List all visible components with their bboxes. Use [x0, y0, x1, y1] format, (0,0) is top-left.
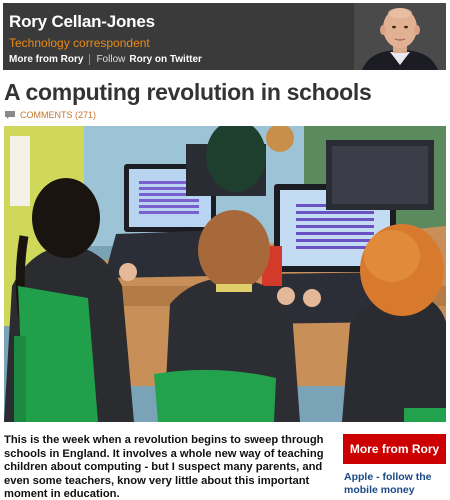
article-photo: [4, 126, 446, 422]
author-photo: [354, 3, 446, 70]
author-role: Technology correspondent: [9, 36, 150, 50]
follow-label: Follow: [96, 54, 126, 65]
more-from-author-link[interactable]: More from Rory: [9, 54, 83, 65]
author-links: More from Rory Follow Rory on Twitter: [9, 54, 202, 65]
related-story-link[interactable]: Apple - follow the mobile money: [344, 471, 448, 497]
link-divider: [89, 54, 91, 65]
speech-bubble-icon: [5, 111, 15, 119]
author-name: Rory Cellan-Jones: [9, 12, 155, 31]
more-from-author-button[interactable]: More from Rory: [343, 434, 446, 464]
article-headline: A computing revolution in schools: [4, 79, 372, 105]
twitter-link[interactable]: Rory on Twitter: [129, 54, 202, 65]
author-header: Rory Cellan-Jones Technology corresponde…: [3, 3, 446, 70]
comments-count: COMMENTS (271): [20, 110, 97, 120]
article-intro: This is the week when a revolution begin…: [4, 434, 324, 500]
comments-link[interactable]: COMMENTS (271): [5, 110, 96, 120]
